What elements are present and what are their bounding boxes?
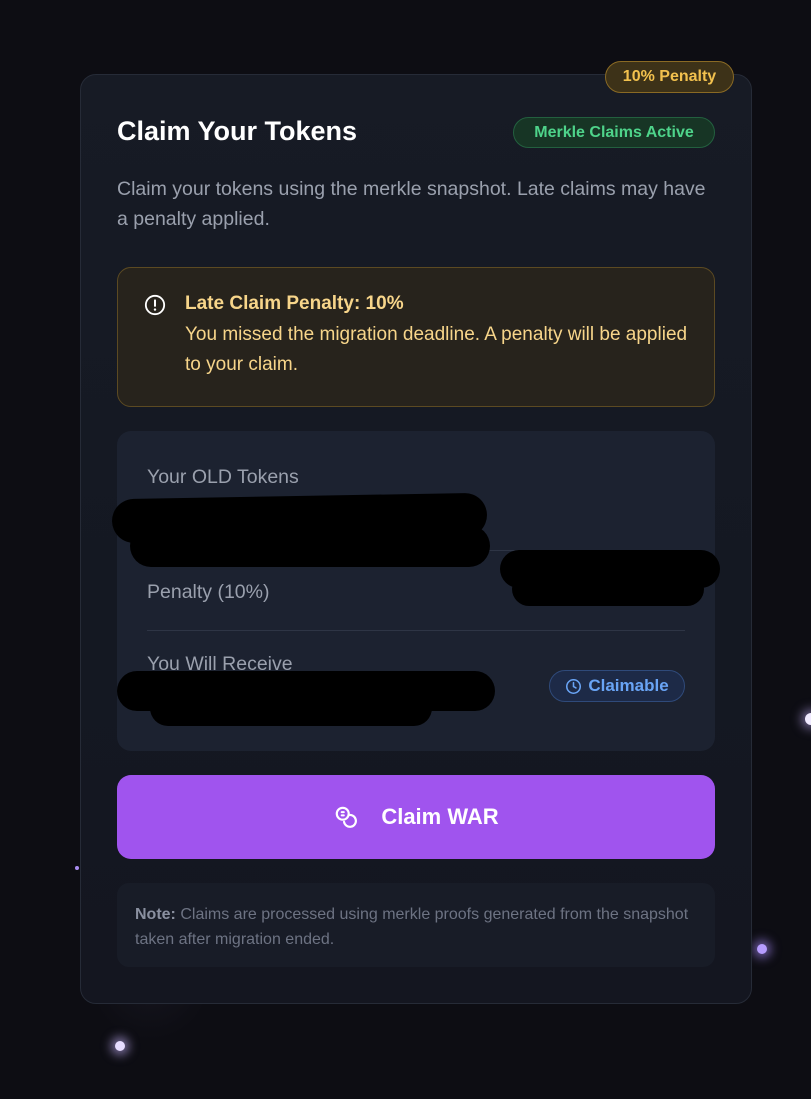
- claims-note: Note: Claims are processed using merkle …: [117, 883, 715, 967]
- page-title: Claim Your Tokens: [117, 116, 358, 146]
- redaction-mark: [512, 572, 704, 606]
- note-prefix: Note:: [135, 906, 176, 923]
- background-sparkle: [75, 866, 79, 870]
- penalty-alert: Late Claim Penalty: 10% You missed the m…: [117, 267, 715, 407]
- background-sparkle: [805, 713, 811, 725]
- redaction-mark: [130, 525, 490, 567]
- card-subtitle: Claim your tokens using the merkle snaps…: [117, 178, 706, 230]
- redaction-mark: [150, 690, 432, 726]
- penalty-badge: 10% Penalty: [605, 61, 734, 93]
- alert-title: Late Claim Penalty: 10%: [185, 293, 404, 314]
- page: 10% Penalty Claim Your Tokens Merkle Cla…: [0, 0, 811, 1099]
- divider: [147, 630, 685, 631]
- clock-icon: [566, 678, 582, 694]
- penalty-label: Penalty (10%): [147, 581, 270, 603]
- status-badge: Merkle Claims Active: [513, 117, 715, 148]
- claimable-label: Claimable: [588, 676, 669, 695]
- claimable-badge: Claimable: [549, 670, 685, 702]
- old-tokens-label: Your OLD Tokens: [147, 466, 299, 488]
- background-sparkle: [757, 944, 767, 954]
- claim-war-button[interactable]: Claim WAR: [117, 775, 715, 859]
- claim-button-label: Claim WAR: [381, 804, 499, 829]
- note-text: Claims are processed using merkle proofs…: [135, 906, 689, 948]
- coins-icon: [336, 806, 358, 828]
- alert-circle-icon: [144, 294, 166, 316]
- background-sparkle: [115, 1041, 125, 1051]
- alert-body: You missed the migration deadline. A pen…: [185, 324, 688, 375]
